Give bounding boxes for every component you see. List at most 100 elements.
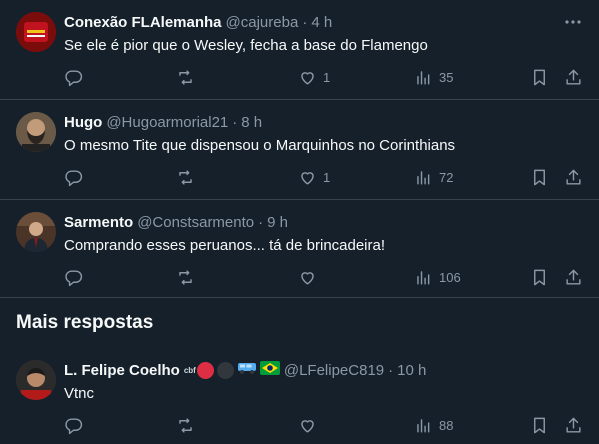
separator-dot: · — [258, 213, 264, 231]
tweet-header: L. Felipe Coelho cbf @LFelipeC819 · 10 h — [64, 360, 426, 380]
author-handle[interactable]: @LFelipeC819 — [284, 362, 384, 379]
avatar-image — [16, 212, 56, 252]
views-button[interactable]: 106 — [414, 266, 461, 288]
like-icon — [301, 71, 314, 85]
views-icon — [417, 70, 430, 85]
author-handle[interactable]: @Hugoarmorial21 — [106, 114, 228, 131]
bus-icon — [237, 361, 257, 379]
share-icon — [566, 69, 581, 85]
retweet-icon — [179, 417, 192, 433]
share-icon — [566, 269, 581, 285]
retweet-button[interactable] — [176, 266, 195, 288]
views-count: 106 — [439, 269, 461, 285]
tweet-header: Conexão FLAlemanha @cajureba · 4 h — [64, 12, 332, 32]
views-button[interactable]: 72 — [414, 166, 453, 188]
tweet-text: Se ele é pior que o Wesley, fecha a base… — [64, 37, 428, 54]
bookmark-icon — [534, 69, 545, 85]
share-icon — [566, 417, 581, 433]
author-name[interactable]: Hugo — [64, 114, 102, 131]
retweet-button[interactable] — [176, 166, 195, 188]
reply-button[interactable] — [64, 266, 83, 288]
tweet-header: Hugo @Hugoarmorial21 · 8 h — [64, 112, 262, 132]
bookmark-button[interactable] — [530, 166, 549, 188]
views-icon — [417, 270, 430, 285]
more-icon[interactable] — [563, 12, 583, 32]
bookmark-icon — [534, 269, 545, 285]
reply-icon — [65, 269, 83, 286]
retweet-button[interactable] — [176, 414, 195, 436]
reply-icon — [65, 417, 83, 434]
action-bar: 88 — [64, 414, 584, 436]
author-handle[interactable]: @Constsarmento — [137, 214, 254, 231]
views-count: 88 — [439, 417, 454, 433]
share-button[interactable] — [564, 414, 583, 436]
reply-button[interactable] — [64, 66, 83, 88]
red-circle-icon — [196, 361, 214, 379]
action-bar: 1 35 — [64, 66, 584, 88]
reply-button[interactable] — [64, 414, 83, 436]
share-button[interactable] — [564, 166, 583, 188]
bookmark-icon — [534, 417, 545, 433]
reply-icon — [65, 69, 83, 86]
retweet-icon — [179, 169, 192, 185]
author-name[interactable]: Conexão FLAlemanha — [64, 14, 222, 31]
views-icon — [417, 418, 430, 433]
avatar-image — [16, 112, 56, 152]
like-count: 1 — [323, 69, 331, 85]
like-button[interactable] — [298, 266, 317, 288]
separator-dot: · — [302, 13, 308, 31]
reply-tweet[interactable]: Conexão FLAlemanha @cajureba · 4 h Se el… — [0, 0, 599, 100]
separator-dot: · — [232, 113, 238, 131]
author-name[interactable]: Sarmento — [64, 214, 133, 231]
reply-tweet[interactable]: L. Felipe Coelho cbf @LFelipeC819 · 10 h… — [0, 348, 599, 444]
author-name[interactable]: L. Felipe Coelho — [64, 362, 180, 379]
like-button[interactable] — [298, 414, 317, 436]
tweet-text: Vtnc — [64, 385, 95, 402]
like-icon — [301, 419, 314, 433]
tweet-text: Comprando esses peruanos... tá de brinca… — [64, 237, 386, 254]
cbf-badge: cbf — [183, 365, 196, 375]
views-icon — [417, 170, 430, 185]
tweet-text: O mesmo Tite que dispensou o Marquinhos … — [64, 137, 456, 154]
bookmark-button[interactable] — [530, 266, 549, 288]
avatar[interactable] — [16, 112, 56, 152]
bookmark-button[interactable] — [530, 414, 549, 436]
timestamp[interactable]: 9 h — [267, 214, 288, 231]
section-heading: Mais respostas — [16, 312, 154, 333]
avatar-image — [16, 360, 56, 400]
bookmark-button[interactable] — [530, 66, 549, 88]
avatar[interactable] — [16, 360, 56, 400]
action-bar: 1 72 — [64, 166, 584, 188]
timestamp[interactable]: 10 h — [397, 362, 426, 379]
share-button[interactable] — [564, 266, 583, 288]
share-icon — [566, 169, 581, 185]
black-circle-icon — [216, 361, 234, 379]
reply-button[interactable] — [64, 166, 83, 188]
author-handle[interactable]: @cajureba — [226, 14, 299, 31]
timestamp[interactable]: 8 h — [241, 114, 262, 131]
views-count: 35 — [439, 69, 454, 85]
reply-tweet[interactable]: Hugo @Hugoarmorial21 · 8 h O mesmo Tite … — [0, 100, 599, 200]
like-icon — [301, 171, 314, 185]
tweet-header: Sarmento @Constsarmento · 9 h — [64, 212, 288, 232]
like-button[interactable]: 1 — [298, 66, 330, 88]
avatar[interactable] — [16, 212, 56, 252]
views-button[interactable]: 35 — [414, 66, 453, 88]
like-count: 1 — [323, 169, 331, 185]
avatar-image — [16, 12, 56, 52]
retweet-icon — [179, 269, 192, 285]
avatar[interactable] — [16, 12, 56, 52]
reply-icon — [65, 169, 83, 186]
brazil-flag-icon — [259, 361, 280, 379]
reply-tweet[interactable]: Sarmento @Constsarmento · 9 h Comprando … — [0, 200, 599, 298]
views-button[interactable]: 88 — [414, 414, 453, 436]
retweet-button[interactable] — [176, 66, 195, 88]
like-icon — [301, 271, 314, 285]
views-count: 72 — [439, 169, 454, 185]
timestamp[interactable]: 4 h — [311, 14, 332, 31]
action-bar: 106 — [64, 266, 584, 288]
share-button[interactable] — [564, 66, 583, 88]
like-button[interactable]: 1 — [298, 166, 330, 188]
separator-dot: · — [388, 361, 394, 379]
retweet-icon — [179, 69, 192, 85]
